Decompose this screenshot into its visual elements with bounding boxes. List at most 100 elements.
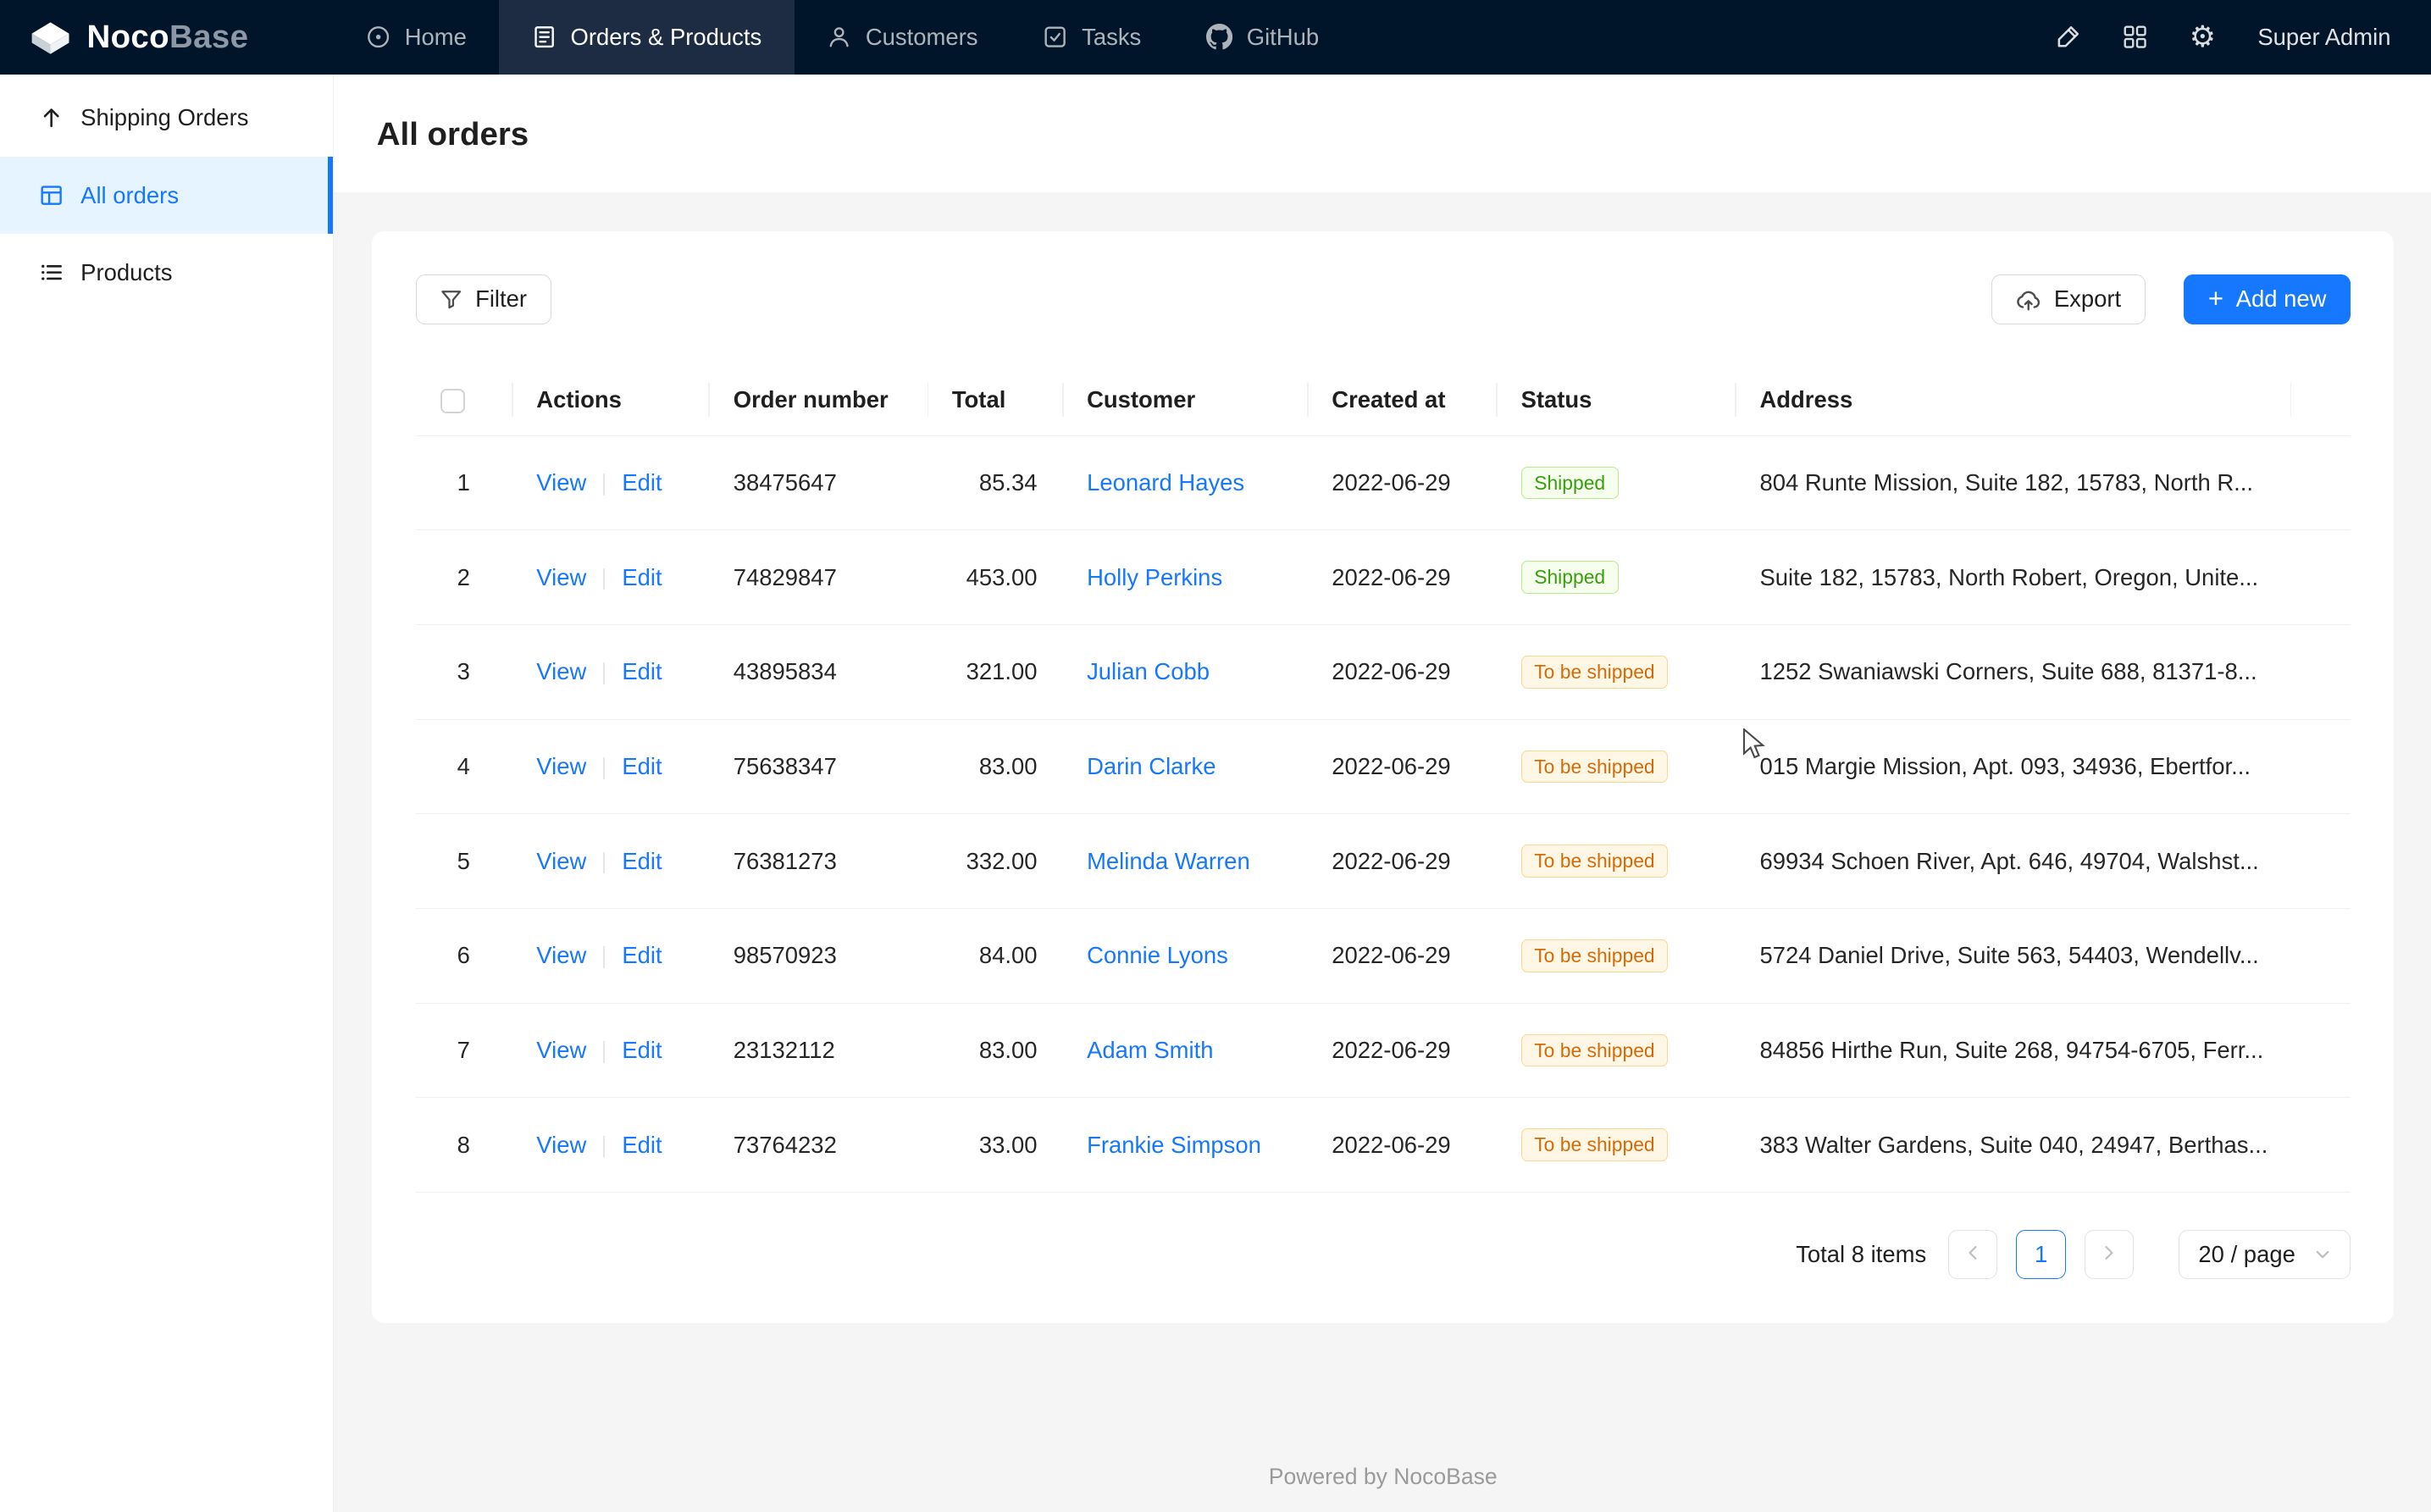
created-at: 2022-06-29 xyxy=(1332,848,1450,874)
nav-item-home[interactable]: Home xyxy=(334,0,500,75)
arrow-up-icon xyxy=(39,105,64,130)
sidebar-item-label: Products xyxy=(80,259,172,286)
table-toolbar: Filter Export + Add new xyxy=(416,274,2351,324)
row-index: 1 xyxy=(457,469,470,496)
order-total: 332.00 xyxy=(966,848,1038,874)
order-number: 76381273 xyxy=(734,848,837,874)
action-divider xyxy=(603,568,605,590)
status-badge: To be shipped xyxy=(1521,939,1669,972)
column-header-actions: Actions xyxy=(512,364,708,435)
order-total: 33.00 xyxy=(979,1132,1038,1158)
page-1-button[interactable]: 1 xyxy=(2016,1230,2066,1280)
order-total: 84.00 xyxy=(979,942,1038,968)
customer-link[interactable]: Adam Smith xyxy=(1087,1037,1213,1063)
address-text: 5724 Daniel Drive, Suite 563, 54403, Wen… xyxy=(1759,942,2258,968)
address-text: 804 Runte Mission, Suite 182, 15783, Nor… xyxy=(1759,469,2253,496)
cloud-upload-icon xyxy=(2015,288,2041,311)
export-button-label: Export xyxy=(2054,285,2121,313)
edit-link[interactable]: Edit xyxy=(622,1132,662,1158)
nav-item-tasks[interactable]: Tasks xyxy=(1011,0,1174,75)
add-new-button-label: Add new xyxy=(2236,285,2327,313)
settings-gear-icon[interactable]: ⚙ xyxy=(2190,23,2216,53)
orders-table-icon xyxy=(39,183,64,208)
filter-button[interactable]: Filter xyxy=(416,274,551,324)
customer-link[interactable]: Frankie Simpson xyxy=(1087,1132,1261,1158)
created-at: 2022-06-29 xyxy=(1332,753,1450,779)
view-link[interactable]: View xyxy=(536,469,586,496)
view-link[interactable]: View xyxy=(536,848,586,874)
export-button[interactable]: Export xyxy=(1991,274,2146,324)
order-total: 321.00 xyxy=(966,658,1038,684)
sidebar-item-label: Shipping Orders xyxy=(80,104,248,131)
status-badge: To be shipped xyxy=(1521,1128,1669,1161)
view-link[interactable]: View xyxy=(536,658,586,684)
address-text: 69934 Schoen River, Apt. 646, 49704, Wal… xyxy=(1759,848,2258,874)
view-link[interactable]: View xyxy=(536,564,586,590)
orders-card: Filter Export + Add new xyxy=(372,231,2394,1323)
orders-products-icon xyxy=(532,25,557,49)
action-divider xyxy=(603,662,605,684)
nav-item-orders-products[interactable]: Orders & Products xyxy=(499,0,794,75)
row-index: 5 xyxy=(457,848,470,874)
created-at: 2022-06-29 xyxy=(1332,658,1450,684)
created-at: 2022-06-29 xyxy=(1332,564,1450,590)
customer-link[interactable]: Melinda Warren xyxy=(1087,848,1250,874)
plus-icon: + xyxy=(2208,285,2223,312)
prev-page-button[interactable] xyxy=(1948,1230,1998,1280)
sidebar-item-all-orders[interactable]: All orders xyxy=(0,157,333,235)
customer-link[interactable]: Darin Clarke xyxy=(1087,753,1216,779)
add-new-button[interactable]: + Add new xyxy=(2184,274,2351,324)
edit-link[interactable]: Edit xyxy=(622,469,662,496)
page-size-select[interactable]: 20 / page xyxy=(2179,1230,2350,1280)
action-divider xyxy=(603,1041,605,1063)
customer-link[interactable]: Julian Cobb xyxy=(1087,658,1210,684)
status-badge: To be shipped xyxy=(1521,750,1669,784)
nocobase-logo[interactable]: NocoBase xyxy=(0,0,334,75)
chevron-left-icon xyxy=(1963,1241,1982,1268)
plugin-grid-icon[interactable] xyxy=(2123,25,2147,49)
edit-link[interactable]: Edit xyxy=(622,564,662,590)
edit-link[interactable]: Edit xyxy=(622,942,662,968)
powered-by-text: Powered by NocoBase xyxy=(372,1464,2394,1512)
action-divider xyxy=(603,474,605,496)
row-index: 4 xyxy=(457,753,470,779)
top-navbar: NocoBase HomeOrders & Products Customers T… xyxy=(0,0,2431,75)
view-link[interactable]: View xyxy=(536,942,586,968)
view-link[interactable]: View xyxy=(536,1037,586,1063)
page-size-value: 20 / page xyxy=(2198,1241,2295,1268)
nav-item-label: GitHub xyxy=(1247,24,1319,51)
toolbar-right: Export + Add new xyxy=(1991,274,2351,324)
edit-link[interactable]: Edit xyxy=(622,753,662,779)
edit-link[interactable]: Edit xyxy=(622,658,662,684)
address-text: 383 Walter Gardens, Suite 040, 24947, Be… xyxy=(1759,1132,2268,1158)
view-link[interactable]: View xyxy=(536,1132,586,1158)
nav-item-github[interactable]: GitHub xyxy=(1174,0,1352,75)
highlighter-icon[interactable] xyxy=(2055,24,2081,50)
customer-link[interactable]: Holly Perkins xyxy=(1087,564,1222,590)
pagination-total: Total 8 items xyxy=(1796,1241,1926,1268)
edit-link[interactable]: Edit xyxy=(622,848,662,874)
brand-text: NocoBase xyxy=(86,19,248,56)
nav-item-label: Customers xyxy=(866,24,978,51)
next-page-button[interactable] xyxy=(2085,1230,2135,1280)
orders-table: Actions Order number Total Customer Crea… xyxy=(416,364,2351,1193)
action-divider xyxy=(603,757,605,779)
select-all-checkbox[interactable] xyxy=(440,389,465,413)
address-text: 84856 Hirthe Run, Suite 268, 94754-6705,… xyxy=(1759,1037,2263,1063)
nav-item-customers[interactable]: Customers xyxy=(795,0,1011,75)
sidebar-item-shipping-orders[interactable]: Shipping Orders xyxy=(0,79,333,157)
filter-icon xyxy=(440,288,462,311)
row-index: 7 xyxy=(457,1037,470,1063)
edit-link[interactable]: Edit xyxy=(622,1037,662,1063)
sidebar-item-products[interactable]: Products xyxy=(0,234,333,312)
nocobase-logo-icon xyxy=(28,19,73,56)
customer-link[interactable]: Connie Lyons xyxy=(1087,942,1228,968)
customer-link[interactable]: Leonard Hayes xyxy=(1087,469,1244,496)
table-row: 7 ViewEdit 23132112 83.00 Adam Smith 202… xyxy=(416,1003,2351,1098)
address-text: 015 Margie Mission, Apt. 093, 34936, Ebe… xyxy=(1759,753,2251,779)
view-link[interactable]: View xyxy=(536,753,586,779)
github-icon xyxy=(1206,24,1232,50)
order-total: 453.00 xyxy=(966,564,1038,590)
created-at: 2022-06-29 xyxy=(1332,469,1450,496)
user-menu[interactable]: Super Admin xyxy=(2257,24,2390,51)
